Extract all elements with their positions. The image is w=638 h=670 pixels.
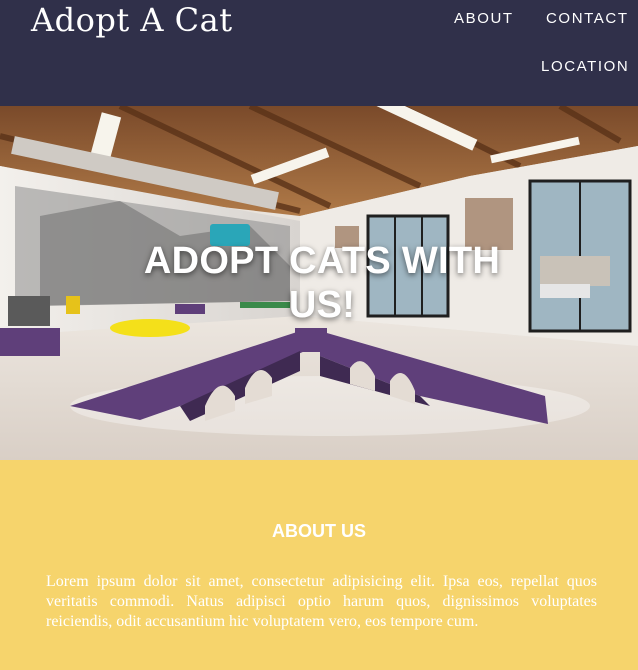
hero-section: ADOPT CATS WITH US! — [0, 106, 638, 460]
nav-link-about[interactable]: ABOUT — [454, 10, 514, 28]
brand-logo-link[interactable]: Adopt A Cat — [31, 0, 233, 40]
nav-link-location[interactable]: LOCATION — [541, 58, 629, 76]
about-body-text: Lorem ipsum dolor sit amet, consectetur … — [46, 573, 597, 630]
about-section: ABOUT US Lorem ipsum dolor sit amet, con… — [0, 460, 638, 670]
about-title: ABOUT US — [272, 521, 366, 541]
navbar: Adopt A Cat ABOUT CONTACT LOCATION — [0, 0, 638, 106]
nav-link-contact[interactable]: CONTACT — [546, 10, 629, 28]
hero-title: ADOPT CATS WITH US! — [143, 240, 501, 326]
